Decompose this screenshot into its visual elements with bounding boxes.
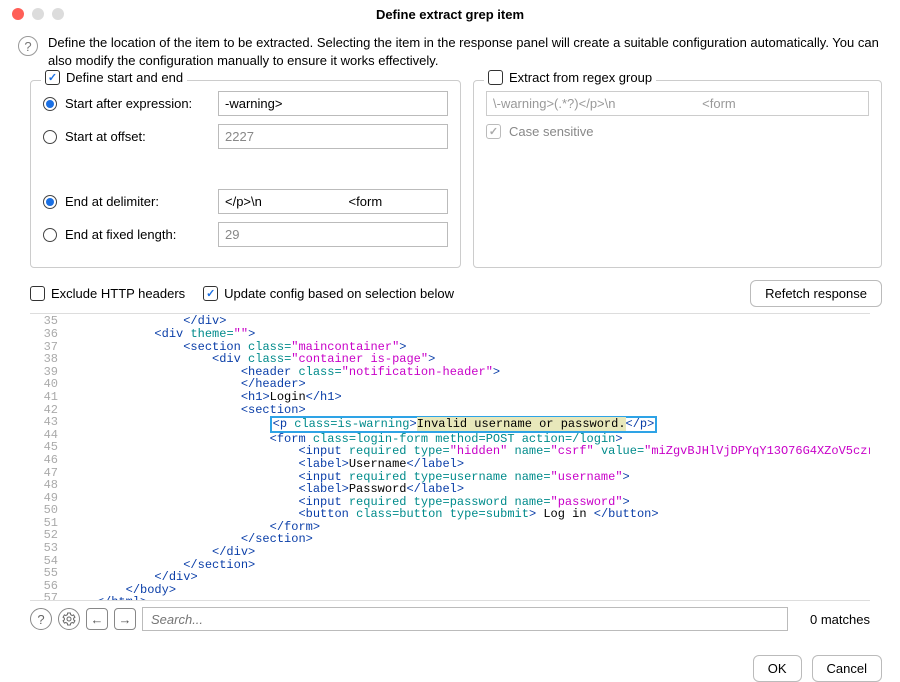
start-at-offset-input[interactable]	[218, 124, 448, 149]
exclude-http-headers-label: Exclude HTTP headers	[51, 286, 185, 301]
ok-button[interactable]: OK	[753, 655, 802, 682]
refetch-response-button[interactable]: Refetch response	[750, 280, 882, 307]
intro-text: Define the location of the item to be ex…	[48, 34, 882, 70]
settings-icon[interactable]	[58, 608, 80, 630]
start-after-expression-input[interactable]	[218, 91, 448, 116]
start-after-expression-radio[interactable]	[43, 97, 57, 111]
extract-regex-group: Extract from regex group \-warning>(.*?)…	[473, 80, 882, 268]
update-config-checkbox[interactable]	[203, 286, 218, 301]
end-at-fixed-length-label: End at fixed length:	[65, 227, 210, 242]
end-at-fixed-length-radio[interactable]	[43, 228, 57, 242]
define-start-end-label: Define start and end	[66, 70, 183, 85]
start-at-offset-radio[interactable]	[43, 130, 57, 144]
search-input[interactable]	[142, 607, 788, 631]
help-icon[interactable]: ?	[18, 36, 38, 56]
regex-input[interactable]: \-warning>(.*?)</p>\n <form	[486, 91, 869, 116]
extract-regex-label: Extract from regex group	[509, 70, 652, 85]
end-at-fixed-length-input[interactable]	[218, 222, 448, 247]
start-after-expression-label: Start after expression:	[65, 96, 210, 111]
extract-regex-checkbox[interactable]	[488, 70, 503, 85]
define-start-end-checkbox[interactable]	[45, 70, 60, 85]
window-title: Define extract grep item	[0, 7, 900, 22]
end-at-delimiter-input[interactable]	[218, 189, 448, 214]
case-sensitive-checkbox[interactable]	[486, 124, 501, 139]
search-next-button[interactable]: →	[114, 608, 136, 630]
help-icon[interactable]: ?	[30, 608, 52, 630]
response-code-view[interactable]: </div> <div theme=""> <section class="ma…	[64, 314, 870, 600]
update-config-label: Update config based on selection below	[224, 286, 454, 301]
search-prev-button[interactable]: ←	[86, 608, 108, 630]
exclude-http-headers-checkbox[interactable]	[30, 286, 45, 301]
end-at-delimiter-label: End at delimiter:	[65, 194, 210, 209]
cancel-button[interactable]: Cancel	[812, 655, 882, 682]
define-start-end-group: Define start and end Start after express…	[30, 80, 461, 268]
case-sensitive-label: Case sensitive	[509, 124, 594, 139]
end-at-delimiter-radio[interactable]	[43, 195, 57, 209]
line-number-gutter: 3536373839404142434445464748495051525354…	[30, 314, 64, 600]
start-at-offset-label: Start at offset:	[65, 129, 210, 144]
match-count: 0 matches	[794, 612, 870, 627]
